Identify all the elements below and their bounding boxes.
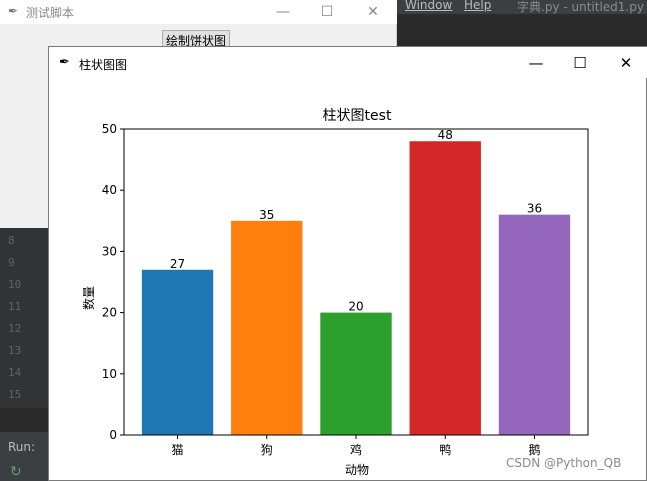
line-number: 12 <box>8 322 22 335</box>
bar-4 <box>409 141 481 436</box>
minimize-button[interactable]: — <box>260 0 306 24</box>
line-number: 15 <box>8 388 22 401</box>
chart-window: ✒ 柱状图图 — ☐ ✕ 柱状图test 动物 数量 27 35 20 48 36 猫 狗… <box>48 46 647 481</box>
bar-2 <box>231 220 303 435</box>
close-button[interactable]: ✕ <box>350 0 396 24</box>
chart-window-title: 柱状图图 <box>79 58 128 72</box>
x-tick-label: 狗 <box>261 443 273 457</box>
y-tick-label: 0 <box>109 428 117 442</box>
x-tick-label: 鸭 <box>439 443 451 457</box>
line-number: 10 <box>8 278 22 291</box>
y-axis-label: 数量 <box>81 286 96 310</box>
minimize-button[interactable]: — <box>513 47 559 78</box>
bar-value-label: 35 <box>259 208 274 222</box>
chart-window-titlebar: ✒ 柱状图图 — ☐ ✕ <box>49 47 647 78</box>
y-tick-label: 20 <box>102 306 117 320</box>
bar-1 <box>141 269 214 435</box>
y-tick-label: 50 <box>102 122 117 136</box>
x-tick-label: 猫 <box>172 443 184 457</box>
feather-icon: ✒ <box>8 4 19 18</box>
line-number: 14 <box>8 366 22 379</box>
line-number: 13 <box>8 344 22 357</box>
watermark-text: CSDN @Python_QB <box>506 456 622 470</box>
rerun-icon[interactable]: ↻ <box>10 464 22 480</box>
ide-file-title: 字典.py - untitled1.py <box>517 0 644 14</box>
ide-menu-help[interactable]: Help <box>464 0 491 12</box>
x-tick-label: 鹅 <box>528 443 540 457</box>
line-number: 11 <box>8 300 22 313</box>
run-label: Run: <box>8 440 36 454</box>
background-window-title: 测试脚本 <box>26 6 75 20</box>
y-tick-label: 30 <box>102 244 117 258</box>
ide-line-gutter: 8 9 10 11 12 13 14 15 <box>0 228 48 408</box>
maximize-button[interactable]: ☐ <box>304 0 350 24</box>
ide-menubar: Window Help 字典.py - untitled1.py <box>397 0 647 14</box>
chart-title: 柱状图test <box>323 108 392 124</box>
x-axis-label: 动物 <box>345 463 369 477</box>
bar-5 <box>498 214 571 435</box>
y-tick-label: 40 <box>102 183 117 197</box>
bar-value-label: 36 <box>527 202 542 216</box>
bar-3 <box>320 312 392 435</box>
background-window-titlebar: ✒ 测试脚本 — ☐ ✕ <box>0 0 397 24</box>
bar-value-label: 20 <box>348 300 363 314</box>
bar-value-label: 48 <box>438 128 453 142</box>
line-number: 9 <box>8 256 15 269</box>
line-number: 8 <box>8 234 15 247</box>
ide-menu-window[interactable]: Window <box>405 0 452 12</box>
x-tick-label: 鸡 <box>350 442 362 457</box>
bar-value-label: 27 <box>170 257 185 271</box>
bar-chart: 柱状图test 动物 数量 27 35 20 48 36 猫 狗 鸡 鸭 鹅 0 10 20 30 40 5… <box>81 108 589 477</box>
y-tick-label: 10 <box>102 367 117 381</box>
bars-group: 27 35 20 48 36 <box>141 128 571 436</box>
ide-run-panel: Run: ↻ <box>0 432 48 481</box>
maximize-button[interactable]: ☐ <box>557 47 603 78</box>
feather-icon: ✒ <box>59 55 70 70</box>
close-button[interactable]: ✕ <box>603 47 647 78</box>
